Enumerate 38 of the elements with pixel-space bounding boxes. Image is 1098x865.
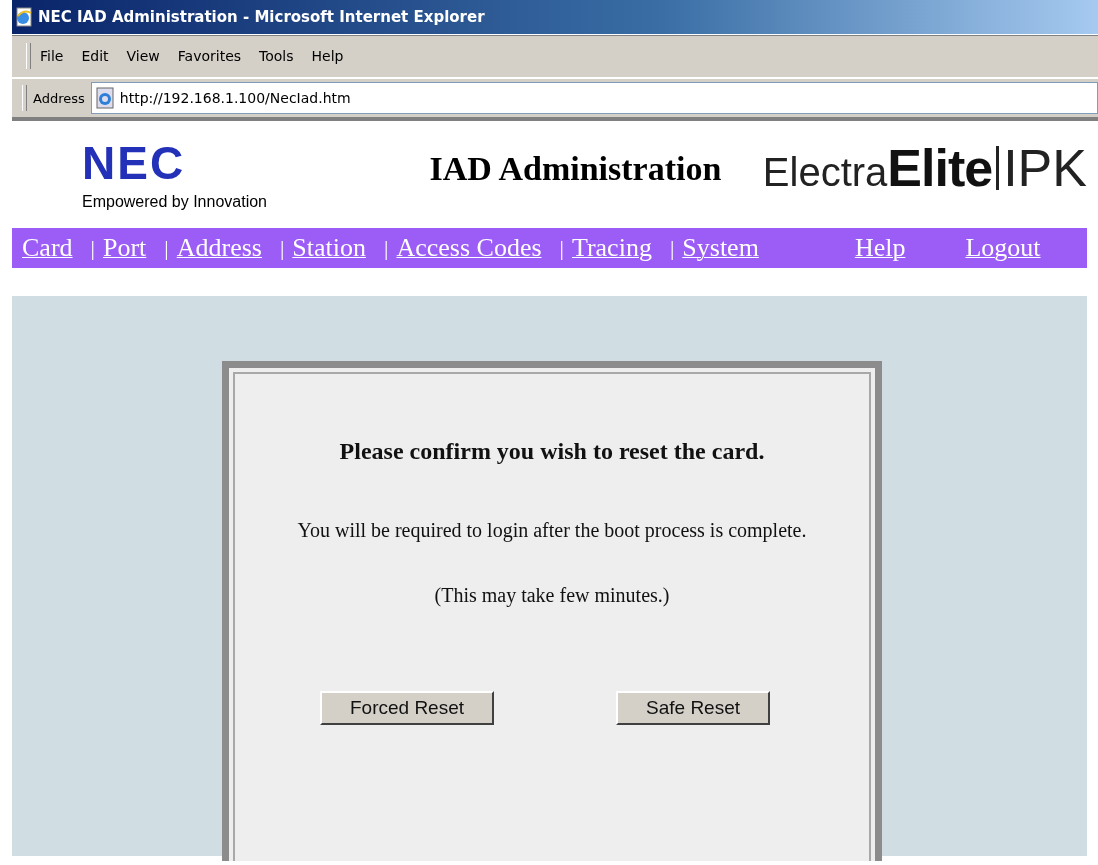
nav-separator: | xyxy=(384,235,389,261)
nav-link[interactable]: Card xyxy=(22,233,73,263)
nav-link[interactable]: Station xyxy=(292,233,366,263)
url-text: http://192.168.1.100/NecIad.htm xyxy=(119,90,351,106)
nav-separator: | xyxy=(279,235,285,261)
browser-icon xyxy=(14,7,34,27)
window-title: NEC IAD Administration - Microsoft Internet Explorer xyxy=(38,8,485,26)
reset-button[interactable]: Safe Reset xyxy=(616,691,770,725)
menu-item[interactable]: Edit xyxy=(72,46,118,66)
tagline: Empowered by Innovation xyxy=(82,192,268,211)
nec-logo: NEC xyxy=(82,140,186,185)
nav-link[interactable]: System xyxy=(682,233,759,263)
dialog-heading: Please confirm you wish to reset the card. xyxy=(339,438,765,465)
menu-item[interactable]: View xyxy=(117,46,169,66)
product-logo-text: IPK xyxy=(996,145,1087,190)
nav-separator: | xyxy=(669,235,675,261)
dialog-message: You will be required to login after the boot process is complete. xyxy=(297,519,807,542)
menu-item[interactable]: Help xyxy=(302,46,353,66)
dialog-note: (This may take few minutes.) xyxy=(434,584,670,607)
reset-button[interactable]: Forced Reset xyxy=(319,691,494,725)
nav-separator: | xyxy=(164,235,169,261)
menu-item[interactable]: Favorites xyxy=(168,46,251,66)
product-logo-text: Electra xyxy=(762,149,888,195)
nav-link[interactable]: Access Codes xyxy=(396,233,542,263)
nav-link[interactable]: Port xyxy=(102,233,147,263)
nav-link[interactable]: Tracing xyxy=(571,233,652,263)
address-field[interactable]: http://192.168.1.100/NecIad.htm xyxy=(90,82,1098,114)
nav-link[interactable]: Help xyxy=(854,233,906,263)
page-title: IAD Administration xyxy=(429,149,723,188)
address-label: Address xyxy=(33,90,85,106)
nav-link[interactable]: Logout xyxy=(965,233,1041,263)
menu-item[interactable]: File xyxy=(31,46,73,66)
nav-separator: | xyxy=(559,235,564,261)
product-logo-text: Elite xyxy=(887,137,993,198)
menu-item[interactable]: Tools xyxy=(250,46,303,66)
nav-link[interactable]: Address xyxy=(176,233,262,263)
page-icon xyxy=(93,87,116,109)
nav-separator: | xyxy=(90,235,95,261)
